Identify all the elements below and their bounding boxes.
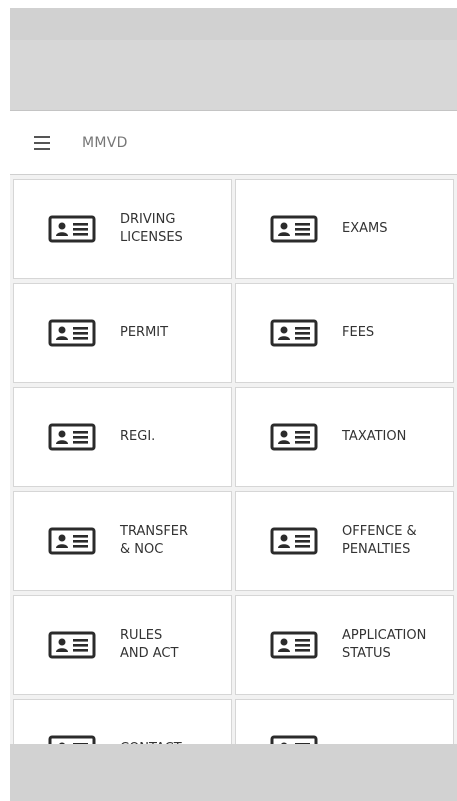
id-card-icon: [270, 735, 318, 744]
menu-tile-label: APPLICATION STATUS: [342, 628, 427, 661]
status-bar: [10, 8, 457, 40]
menu-tile[interactable]: FEES: [235, 283, 454, 383]
menu-tile[interactable]: RULES AND ACT: [13, 595, 232, 695]
id-card-icon: [270, 527, 318, 555]
id-card-icon: [48, 735, 96, 744]
id-card-icon: [48, 631, 96, 659]
menu-tile[interactable]: EXAMS: [235, 179, 454, 279]
app-title: MMVD: [82, 134, 128, 151]
id-card-icon: [270, 631, 318, 659]
menu-tile[interactable]: REGI.: [13, 387, 232, 487]
menu-tile[interactable]: CONTACT: [13, 699, 232, 744]
id-card-icon: [270, 319, 318, 347]
menu-tile[interactable]: [235, 699, 454, 744]
app-screen: MMVD DRIVING LICENSES EXAMS PERMIT FEES …: [10, 8, 457, 801]
menu-bar-top: [34, 135, 50, 138]
menu-tile-label: OFFENCE & PENALTIES: [342, 524, 417, 557]
id-card-icon: [48, 423, 96, 451]
menu-grid: DRIVING LICENSES EXAMS PERMIT FEES REGI.…: [10, 179, 457, 744]
toolbar: MMVD: [10, 111, 457, 175]
menu-bar-middle: [34, 141, 50, 144]
menu-tile-label: DRIVING LICENSES: [120, 212, 183, 245]
bottom-navigation-bar: [10, 744, 457, 801]
menu-tile[interactable]: TAXATION: [235, 387, 454, 487]
menu-tile-label: TAXATION: [342, 429, 407, 444]
id-card-icon: [48, 319, 96, 347]
menu-tile[interactable]: DRIVING LICENSES: [13, 179, 232, 279]
menu-tile-label: RULES AND ACT: [120, 628, 179, 661]
hamburger-menu-icon[interactable]: [34, 135, 56, 150]
menu-tile[interactable]: APPLICATION STATUS: [235, 595, 454, 695]
id-card-icon: [48, 527, 96, 555]
menu-bar-bottom: [34, 147, 50, 150]
menu-tile[interactable]: OFFENCE & PENALTIES: [235, 491, 454, 591]
id-card-icon: [48, 215, 96, 243]
menu-tile[interactable]: PERMIT: [13, 283, 232, 383]
id-card-icon: [270, 423, 318, 451]
menu-tile[interactable]: TRANSFER & NOC: [13, 491, 232, 591]
menu-tile-label: FEES: [342, 325, 375, 340]
menu-tile-label: REGI.: [120, 429, 156, 444]
menu-tile-label: TRANSFER & NOC: [120, 524, 189, 557]
menu-tile-label: PERMIT: [120, 325, 169, 340]
menu-tile-label: EXAMS: [342, 221, 388, 236]
id-card-icon: [270, 215, 318, 243]
app-header-band: [10, 40, 457, 111]
